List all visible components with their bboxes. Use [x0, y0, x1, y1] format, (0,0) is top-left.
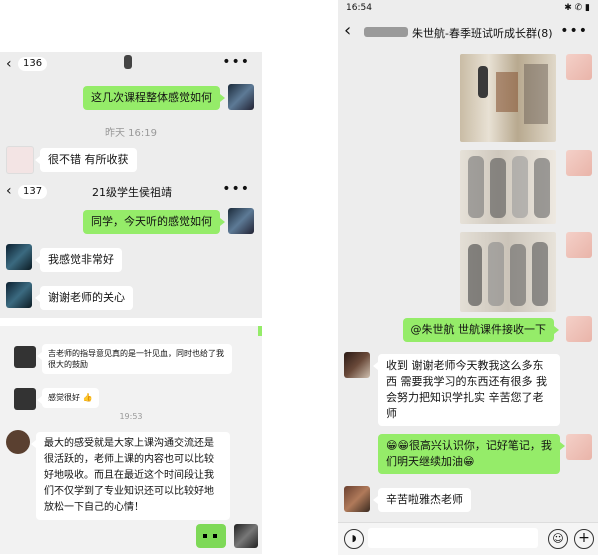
back-button[interactable]: ‹	[6, 56, 12, 72]
back-button[interactable]: ‹	[344, 20, 351, 41]
more-icon[interactable]: •••	[560, 23, 588, 39]
status-time: 16:54	[346, 3, 372, 13]
green-edge-marker	[258, 326, 262, 336]
student-avatar	[344, 352, 370, 378]
message-bubble-me: 这几次课程整体感觉如何	[83, 86, 225, 110]
my-avatar	[566, 434, 592, 460]
student-avatar	[14, 388, 36, 410]
message-bubble-me: 同学，今天听的感觉如何	[83, 210, 225, 234]
unread-count-badge: 136	[18, 57, 48, 71]
message-bubble-other: 吉老师的指导意见真的是一针见血，同时也给了我很大的鼓励	[37, 344, 232, 374]
back-button[interactable]: ‹	[6, 183, 12, 199]
student-avatar	[6, 244, 32, 270]
blurred-name	[364, 27, 408, 37]
left-screenshot-1: ‹ 136 ••• 这几次课程整体感觉如何 昨天 16:19 很不错 有所收获	[0, 52, 262, 178]
unread-count-badge: 137	[18, 185, 48, 199]
input-bar: ◗ ☺ +	[338, 522, 598, 555]
grin-icon: 😁😁	[386, 439, 409, 452]
my-avatar	[234, 524, 258, 548]
student-avatar	[14, 346, 36, 368]
message-bubble-me: 😁😁很高兴认识你，记好笔记，我们明天继续加油😁	[378, 434, 565, 474]
voice-icon[interactable]: ◗	[344, 529, 364, 549]
timestamp: 昨天 16:19	[105, 128, 157, 139]
status-bar: 16:54 ✱ ✆ ▮	[338, 0, 598, 18]
message-input[interactable]	[368, 528, 538, 548]
timestamp: 19:53	[119, 412, 143, 421]
my-avatar	[566, 54, 592, 80]
thumbs-up-icon: 👍	[82, 393, 93, 402]
green-sticker-icon	[196, 524, 226, 548]
more-icon[interactable]: •••	[222, 181, 250, 197]
chat-header: ‹ 137 21级学生侯祖靖 •••	[0, 180, 262, 204]
my-avatar	[228, 84, 254, 110]
message-bubble-other: 辛苦啦雅杰老师	[373, 488, 471, 512]
plus-icon[interactable]: +	[574, 529, 594, 549]
chat-header: ‹ 136 •••	[0, 52, 262, 76]
artwork-photo[interactable]	[460, 54, 556, 142]
left-screenshot-2: ‹ 137 21级学生侯祖靖 ••• 同学，今天听的感觉如何 我感觉非常好 谢谢…	[0, 178, 262, 318]
smile-icon[interactable]: ☺	[548, 529, 568, 549]
message-bubble-other: 感觉很好 👍	[37, 388, 99, 408]
grin-icon: 😁	[463, 455, 475, 468]
my-avatar	[566, 316, 592, 342]
artwork-photo[interactable]	[460, 232, 556, 312]
my-avatar	[566, 150, 592, 176]
more-icon[interactable]: •••	[222, 54, 250, 70]
chat-header: ‹ 朱世航-春季班试听成长群(8) •••	[338, 20, 598, 46]
chat-title: 朱世航-春季班试听成长群(8)	[412, 27, 553, 40]
student-avatar	[6, 430, 30, 454]
my-avatar	[566, 232, 592, 258]
my-avatar	[228, 208, 254, 234]
message-bubble-other: 收到 谢谢老师今天教我这么多东西 需要我学习的东西还有很多 我会努力把知识学扎实…	[373, 354, 560, 426]
student-avatar	[6, 282, 32, 308]
message-bubble-other: 谢谢老师的关心	[35, 286, 133, 310]
message-bubble-other: 很不错 有所收获	[35, 148, 137, 172]
message-text: 感觉很好	[48, 393, 80, 402]
student-avatar	[6, 146, 34, 174]
message-bubble-me: @朱世航 世航课件接收一下	[402, 318, 559, 342]
message-bubble-other: 最大的感受就是大家上课沟通交流还是很活跃的，老师上课的内容也可以比较好地吸收。而…	[31, 432, 230, 520]
avatar-small-icon	[124, 55, 132, 69]
left-screenshot-3: 吉老师的指导意见真的是一针见血，同时也给了我很大的鼓励 感觉很好 👍 19:53…	[0, 326, 262, 554]
artwork-photo[interactable]	[460, 150, 556, 224]
right-screenshot: 16:54 ✱ ✆ ▮ ‹ 朱世航-春季班试听成长群(8) ••• @朱世航 世…	[338, 0, 598, 555]
status-icons: ✱ ✆ ▮	[564, 3, 590, 13]
student-avatar	[344, 486, 370, 512]
message-bubble-other: 我感觉非常好	[35, 248, 122, 272]
chat-title: 21级学生侯祖靖	[92, 186, 172, 199]
